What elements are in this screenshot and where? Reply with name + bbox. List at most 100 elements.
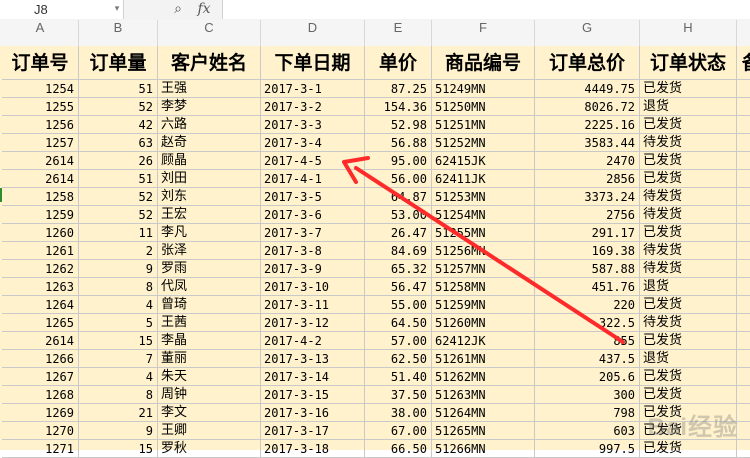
table-cell[interactable]: 5 bbox=[79, 314, 158, 332]
zoom-icon[interactable]: ⌕ bbox=[168, 0, 188, 19]
table-cell[interactable]: 顾晶 bbox=[158, 152, 261, 170]
table-cell[interactable]: 51254MN bbox=[432, 206, 535, 224]
table-cell[interactable]: 1254 bbox=[2, 80, 79, 98]
table-cell[interactable]: 56.47 bbox=[365, 278, 432, 296]
table-cell[interactable]: 退货 bbox=[640, 98, 737, 116]
table-cell[interactable]: 437.5 bbox=[535, 350, 640, 368]
table-cell[interactable]: 1267 bbox=[2, 368, 79, 386]
table-cell[interactable]: 1263 bbox=[2, 278, 79, 296]
table-cell[interactable]: 董丽 bbox=[158, 350, 261, 368]
column-header-b[interactable]: B bbox=[79, 20, 158, 46]
table-cell[interactable]: 2017-3-18 bbox=[261, 440, 365, 458]
table-cell[interactable]: 2614 bbox=[2, 332, 79, 350]
table-cell[interactable]: 26.47 bbox=[365, 224, 432, 242]
column-header-h[interactable]: H bbox=[640, 20, 737, 46]
table-cell[interactable]: 997.5 bbox=[535, 440, 640, 458]
table-cell[interactable]: 322.5 bbox=[535, 314, 640, 332]
table-cell[interactable]: 罗雨 bbox=[158, 260, 261, 278]
table-cell[interactable]: 刘东 bbox=[158, 188, 261, 206]
table-cell[interactable]: 2017-3-2 bbox=[261, 98, 365, 116]
table-cell[interactable]: 已发货 bbox=[640, 440, 737, 458]
table-cell[interactable]: 刘田 bbox=[158, 170, 261, 188]
table-cell[interactable]: 已发货 bbox=[640, 224, 737, 242]
table-cell[interactable]: 2017-3-17 bbox=[261, 422, 365, 440]
table-cell[interactable]: 52 bbox=[79, 206, 158, 224]
table-cell[interactable]: 罗秋 bbox=[158, 440, 261, 458]
table-cell[interactable]: 37.50 bbox=[365, 386, 432, 404]
table-cell[interactable]: 84.69 bbox=[365, 242, 432, 260]
table-cell[interactable]: 51265MN bbox=[432, 422, 535, 440]
table-cell[interactable] bbox=[737, 314, 750, 332]
table-cell[interactable]: 51 bbox=[79, 170, 158, 188]
name-box[interactable]: J8 bbox=[0, 0, 124, 19]
table-cell[interactable]: 1270 bbox=[2, 422, 79, 440]
table-cell[interactable]: 2017-3-1 bbox=[261, 80, 365, 98]
table-cell[interactable]: 291.17 bbox=[535, 224, 640, 242]
table-cell[interactable] bbox=[737, 188, 750, 206]
table-cell[interactable] bbox=[737, 404, 750, 422]
table-cell[interactable]: 2017-3-14 bbox=[261, 368, 365, 386]
table-cell[interactable]: 王卿 bbox=[158, 422, 261, 440]
table-cell[interactable]: 已发货 bbox=[640, 296, 737, 314]
table-cell[interactable]: 2017-3-8 bbox=[261, 242, 365, 260]
column-header-g[interactable]: G bbox=[535, 20, 640, 46]
table-cell[interactable]: 朱天 bbox=[158, 368, 261, 386]
table-cell[interactable]: 1260 bbox=[2, 224, 79, 242]
table-cell[interactable]: 2017-3-9 bbox=[261, 260, 365, 278]
table-cell[interactable]: 51257MN bbox=[432, 260, 535, 278]
table-cell[interactable]: 2017-3-16 bbox=[261, 404, 365, 422]
table-cell[interactable]: 2756 bbox=[535, 206, 640, 224]
table-cell[interactable] bbox=[737, 80, 750, 98]
table-cell[interactable]: 51263MN bbox=[432, 386, 535, 404]
table-cell[interactable]: 赵奇 bbox=[158, 134, 261, 152]
header-cell[interactable]: 订单状态 bbox=[640, 46, 737, 80]
table-cell[interactable]: 2017-3-15 bbox=[261, 386, 365, 404]
table-cell[interactable]: 51256MN bbox=[432, 242, 535, 260]
table-cell[interactable]: 51259MN bbox=[432, 296, 535, 314]
table-cell[interactable]: 64.87 bbox=[365, 188, 432, 206]
table-cell[interactable]: 8026.72 bbox=[535, 98, 640, 116]
table-cell[interactable]: 3373.24 bbox=[535, 188, 640, 206]
table-cell[interactable]: 2017-4-1 bbox=[261, 170, 365, 188]
table-cell[interactable]: 300 bbox=[535, 386, 640, 404]
table-cell[interactable]: 4 bbox=[79, 296, 158, 314]
table-cell[interactable]: 8 bbox=[79, 386, 158, 404]
table-cell[interactable]: 2017-3-12 bbox=[261, 314, 365, 332]
table-cell[interactable]: 57.00 bbox=[365, 332, 432, 350]
table-cell[interactable]: 51266MN bbox=[432, 440, 535, 458]
table-cell[interactable]: 64.50 bbox=[365, 314, 432, 332]
table-cell[interactable]: 待发货 bbox=[640, 206, 737, 224]
table-cell[interactable] bbox=[737, 170, 750, 188]
table-cell[interactable] bbox=[737, 206, 750, 224]
table-cell[interactable]: 1258 bbox=[2, 188, 79, 206]
table-cell[interactable] bbox=[737, 350, 750, 368]
table-cell[interactable] bbox=[737, 134, 750, 152]
table-cell[interactable] bbox=[737, 152, 750, 170]
table-cell[interactable]: 1268 bbox=[2, 386, 79, 404]
table-cell[interactable]: 21 bbox=[79, 404, 158, 422]
table-cell[interactable]: 1271 bbox=[2, 440, 79, 458]
header-cell[interactable]: 订单量 bbox=[79, 46, 158, 80]
table-cell[interactable] bbox=[737, 98, 750, 116]
table-cell[interactable]: 55.00 bbox=[365, 296, 432, 314]
table-cell[interactable]: 65.32 bbox=[365, 260, 432, 278]
table-cell[interactable]: 42 bbox=[79, 116, 158, 134]
table-cell[interactable] bbox=[737, 440, 750, 458]
table-cell[interactable]: 51264MN bbox=[432, 404, 535, 422]
table-cell[interactable]: 代凤 bbox=[158, 278, 261, 296]
table-cell[interactable]: 2017-3-6 bbox=[261, 206, 365, 224]
table-cell[interactable]: 3583.44 bbox=[535, 134, 640, 152]
table-cell[interactable] bbox=[737, 278, 750, 296]
table-cell[interactable]: 2614 bbox=[2, 152, 79, 170]
table-cell[interactable] bbox=[737, 224, 750, 242]
table-cell[interactable]: 51 bbox=[79, 80, 158, 98]
table-cell[interactable]: 已发货 bbox=[640, 368, 737, 386]
table-cell[interactable]: 1266 bbox=[2, 350, 79, 368]
table-cell[interactable]: 已发货 bbox=[640, 386, 737, 404]
table-cell[interactable]: 李文 bbox=[158, 404, 261, 422]
table-cell[interactable]: 51249MN bbox=[432, 80, 535, 98]
table-cell[interactable]: 1261 bbox=[2, 242, 79, 260]
table-cell[interactable] bbox=[737, 296, 750, 314]
table-cell[interactable]: 已发货 bbox=[640, 332, 737, 350]
table-cell[interactable]: 六路 bbox=[158, 116, 261, 134]
